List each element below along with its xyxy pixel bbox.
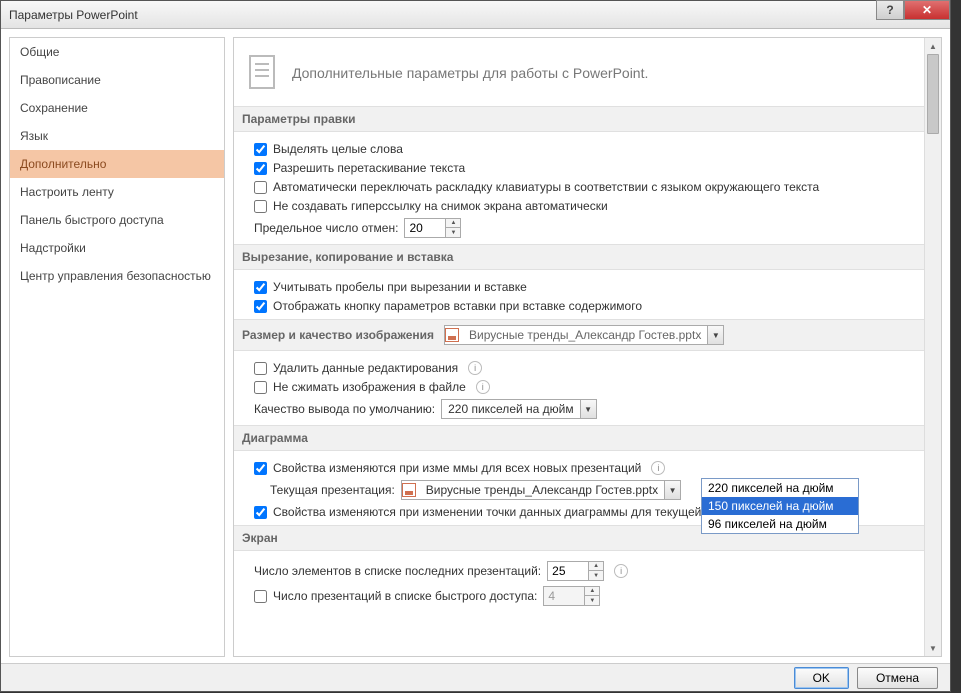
chk-paste-options[interactable] xyxy=(254,300,267,313)
chk-select-whole-words[interactable] xyxy=(254,143,267,156)
sidebar-item-qat[interactable]: Панель быстрого доступа xyxy=(10,206,224,234)
recent-count-spinner[interactable]: ▲▼ xyxy=(547,561,604,581)
page-heading: Дополнительные параметры для работы с Po… xyxy=(292,65,648,81)
current-presentation-label: Текущая презентация: xyxy=(270,483,395,497)
undo-limit-label: Предельное число отмен: xyxy=(254,221,398,235)
section-edit-title: Параметры правки xyxy=(234,106,941,132)
category-sidebar: Общие Правописание Сохранение Язык Допол… xyxy=(9,37,225,657)
sidebar-item-proofing[interactable]: Правописание xyxy=(10,66,224,94)
info-icon[interactable]: i xyxy=(468,361,482,375)
pptx-icon xyxy=(402,483,416,497)
ok-button[interactable]: OK xyxy=(794,667,849,689)
info-icon[interactable]: i xyxy=(476,380,490,394)
spinner-up-icon[interactable]: ▲ xyxy=(446,219,460,228)
chk-pinned-count[interactable] xyxy=(254,590,267,603)
spinner-up-icon: ▲ xyxy=(585,587,599,596)
chk-chart-props-current[interactable] xyxy=(254,506,267,519)
chk-discard-edit-data[interactable] xyxy=(254,362,267,375)
chk-auto-keyboard[interactable] xyxy=(254,181,267,194)
dropdown-option[interactable]: 220 пикселей на дюйм xyxy=(702,479,858,497)
image-target-select[interactable]: Вирусные тренды_Александр Гостев.pptx▼ xyxy=(444,325,724,345)
content-panel: Дополнительные параметры для работы с Po… xyxy=(233,37,942,657)
chevron-down-icon: ▼ xyxy=(707,326,723,344)
scroll-up-icon[interactable]: ▲ xyxy=(925,38,941,54)
sidebar-item-language[interactable]: Язык xyxy=(10,122,224,150)
undo-limit-spinner[interactable]: ▲▼ xyxy=(404,218,461,238)
cancel-button[interactable]: Отмена xyxy=(857,667,938,689)
info-icon[interactable]: i xyxy=(614,564,628,578)
chk-chart-props-all[interactable] xyxy=(254,462,267,475)
page-icon xyxy=(248,54,280,92)
scroll-down-icon[interactable]: ▼ xyxy=(925,640,941,656)
default-quality-label: Качество вывода по умолчанию: xyxy=(254,402,435,416)
chk-no-compress[interactable] xyxy=(254,381,267,394)
chevron-down-icon: ▼ xyxy=(580,400,596,418)
pptx-icon xyxy=(445,328,459,342)
dialog-footer: OK Отмена xyxy=(1,663,950,691)
close-button[interactable]: ✕ xyxy=(904,0,950,20)
help-button[interactable]: ? xyxy=(876,0,904,20)
sidebar-item-save[interactable]: Сохранение xyxy=(10,94,224,122)
scroll-thumb[interactable] xyxy=(927,54,939,134)
section-image-title: Размер и качество изображения Вирусные т… xyxy=(234,319,941,351)
quality-dropdown-list[interactable]: 220 пикселей на дюйм 150 пикселей на дюй… xyxy=(701,478,859,534)
default-quality-select[interactable]: 220 пикселей на дюйм▼ xyxy=(441,399,597,419)
chk-smart-cut-paste[interactable] xyxy=(254,281,267,294)
sidebar-item-ribbon[interactable]: Настроить ленту xyxy=(10,178,224,206)
spinner-down-icon: ▼ xyxy=(585,596,599,605)
window-title: Параметры PowerPoint xyxy=(9,8,138,22)
section-clip-title: Вырезание, копирование и вставка xyxy=(234,244,941,270)
sidebar-item-general[interactable]: Общие xyxy=(10,38,224,66)
sidebar-item-addins[interactable]: Надстройки xyxy=(10,234,224,262)
dropdown-option[interactable]: 96 пикселей на дюйм xyxy=(702,515,858,533)
vertical-scrollbar[interactable]: ▲ ▼ xyxy=(924,38,941,656)
chevron-down-icon: ▼ xyxy=(664,481,680,499)
spinner-down-icon[interactable]: ▼ xyxy=(446,228,460,237)
dropdown-option[interactable]: 150 пикселей на дюйм xyxy=(702,497,858,515)
chk-allow-drag[interactable] xyxy=(254,162,267,175)
sidebar-item-trust[interactable]: Центр управления безопасностью xyxy=(10,262,224,290)
section-chart-title: Диаграмма xyxy=(234,425,941,451)
spinner-down-icon[interactable]: ▼ xyxy=(589,571,603,580)
pinned-count-spinner: ▲▼ xyxy=(543,586,600,606)
spinner-up-icon[interactable]: ▲ xyxy=(589,562,603,571)
current-presentation-select[interactable]: Вирусные тренды_Александр Гостев.pptx▼ xyxy=(401,480,681,500)
chk-no-hyperlink-screenshot[interactable] xyxy=(254,200,267,213)
recent-count-label: Число элементов в списке последних презе… xyxy=(254,564,541,578)
info-icon[interactable]: i xyxy=(651,461,665,475)
options-dialog: Параметры PowerPoint ? ✕ Общие Правописа… xyxy=(0,0,951,692)
titlebar: Параметры PowerPoint ? ✕ xyxy=(1,1,950,29)
sidebar-item-advanced[interactable]: Дополнительно xyxy=(10,150,224,178)
